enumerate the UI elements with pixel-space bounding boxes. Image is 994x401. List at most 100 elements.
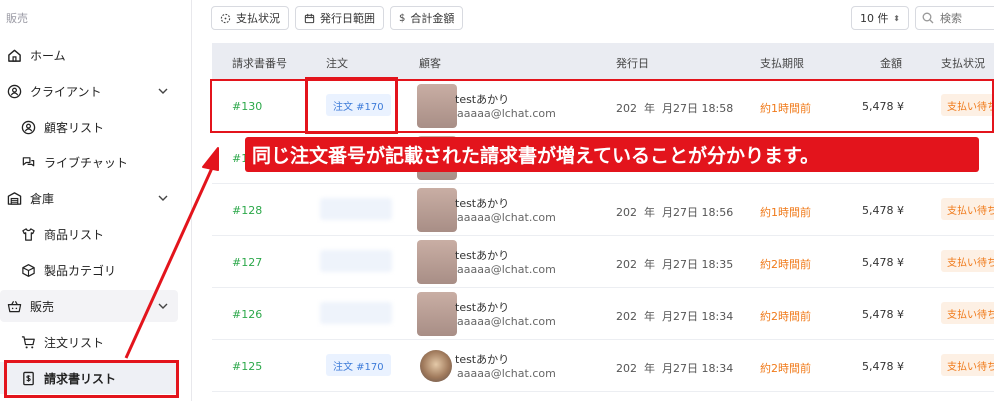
filter-label: 合計金額: [410, 12, 455, 25]
status-badge: 支払い待ち: [941, 354, 994, 376]
chevron-down-icon: [158, 195, 168, 201]
customer-name: testあかり: [455, 353, 510, 366]
customer-avatar: [417, 240, 457, 284]
search-box[interactable]: [915, 6, 994, 30]
invoice-number-link[interactable]: #125: [232, 360, 262, 373]
chevron-down-icon: [158, 88, 168, 94]
sidebar-item-warehouse[interactable]: 倉庫: [0, 182, 178, 214]
customer-email: aaaaa@lchat.com: [457, 315, 556, 328]
column-header-issue-date[interactable]: 発行日: [616, 55, 649, 71]
due-date: 約2時間前: [760, 258, 811, 271]
table-row[interactable]: #126 testあかり aaaaa@lchat.com 202 年 月27日 …: [212, 288, 994, 340]
order-badge-redacted: [320, 302, 392, 324]
issue-date-year-unit: 年: [644, 310, 655, 323]
sidebar-item-label: クライアント: [30, 84, 102, 99]
table-header: 請求書番号 注文 顧客 発行日 支払期限 金額 支払状況: [212, 43, 994, 80]
amount: 5,478 ¥: [862, 360, 904, 373]
amount: 5,478 ¥: [862, 308, 904, 321]
issue-date-rest: 月27日 18:34: [662, 362, 734, 375]
customer-avatar: [420, 350, 452, 382]
sidebar-item-product-list[interactable]: 商品リスト: [0, 218, 178, 250]
warehouse-icon: [6, 190, 22, 206]
issue-date-year: 202: [616, 310, 637, 323]
order-badge-redacted: [320, 250, 392, 272]
issue-date: 202 年 月27日 18:35: [616, 256, 733, 272]
column-header-amount[interactable]: 金額: [880, 55, 902, 71]
user-circle-icon: [20, 119, 36, 135]
sidebar-item-label: 顧客リスト: [44, 120, 105, 135]
sidebar-item-label: 販売: [30, 299, 55, 314]
status-badge: 支払い待ち: [941, 250, 994, 272]
invoice-number-link[interactable]: #126: [232, 308, 262, 321]
cart-icon: [20, 334, 36, 350]
column-header-invoice-number[interactable]: 請求書番号: [232, 55, 287, 71]
customer-email: aaaaa@lchat.com: [457, 211, 556, 224]
customer-name: testあかり: [455, 301, 510, 314]
highlight-order-box: [305, 77, 398, 134]
issue-date-filter-button[interactable]: 発行日範囲: [295, 6, 384, 30]
column-header-customer[interactable]: 顧客: [419, 55, 441, 71]
invoice-number-link[interactable]: #128: [232, 204, 262, 217]
customer-avatar: [417, 188, 457, 232]
status-badge: 支払い待ち: [941, 302, 994, 324]
page-size-select[interactable]: 10 件 ⬍: [851, 6, 909, 30]
filter-label: 発行日範囲: [320, 12, 375, 25]
customer-avatar: [417, 292, 457, 336]
sidebar: 販売 ホーム クライアント 顧客リスト ライブチャット 倉庫 商品リスト 製品カ…: [0, 0, 192, 401]
highlight-sidebar-box: [4, 360, 179, 398]
customer-email: aaaaa@lchat.com: [457, 367, 556, 380]
issue-date: 202 年 月27日 18:56: [616, 204, 733, 220]
annotation-callout: 同じ注文番号が記載された請求書が増えていることが分かります。: [245, 137, 979, 172]
issue-date-year-unit: 年: [644, 258, 655, 271]
sidebar-item-label: ホーム: [30, 48, 66, 63]
due-date: 約2時間前: [760, 310, 811, 323]
issue-date: 202 年 月27日 18:34: [616, 308, 733, 324]
invoice-number-link[interactable]: #127: [232, 256, 262, 269]
user-circle-icon: [6, 83, 22, 99]
chevron-down-icon: [158, 303, 168, 309]
status-badge: 支払い待ち: [941, 198, 994, 220]
issue-date: 202 年 月27日 18:34: [616, 360, 733, 376]
customer-name: testあかり: [455, 197, 510, 210]
search-icon: [922, 12, 934, 24]
page-size-value: 10 件: [860, 12, 889, 25]
total-amount-filter-button[interactable]: $ 合計金額: [390, 6, 464, 30]
order-badge[interactable]: 注文 #170: [326, 354, 391, 376]
issue-date-year-unit: 年: [644, 362, 655, 375]
issue-date-year: 202: [616, 206, 637, 219]
amount: 5,478 ¥: [862, 256, 904, 269]
issue-date-rest: 月27日 18:35: [662, 258, 734, 271]
issue-date-year: 202: [616, 362, 637, 375]
search-input[interactable]: [940, 11, 990, 25]
sidebar-item-product-categories[interactable]: 製品カテゴリ: [0, 254, 178, 286]
table-row[interactable]: #127 testあかり aaaaa@lchat.com 202 年 月27日 …: [212, 236, 994, 288]
sidebar-item-label: ライブチャット: [44, 155, 128, 170]
chat-icon: [20, 154, 36, 170]
filter-label: 支払状況: [236, 12, 280, 25]
sidebar-item-label: 製品カテゴリ: [44, 263, 117, 278]
sort-arrows-icon: ⬍: [893, 13, 900, 23]
issue-date-year: 202: [616, 258, 637, 271]
order-badge-redacted: [320, 198, 392, 220]
column-header-payment-status[interactable]: 支払状況: [941, 55, 985, 71]
table-row[interactable]: #128 testあかり aaaaa@lchat.com 202 年 月27日 …: [212, 184, 994, 236]
calendar-icon: [304, 13, 315, 23]
payment-status-filter-button[interactable]: 支払状況: [211, 6, 289, 30]
customer-email: aaaaa@lchat.com: [457, 263, 556, 276]
amount: 5,478 ¥: [862, 204, 904, 217]
sidebar-item-clients[interactable]: クライアント: [0, 75, 178, 107]
due-date: 約2時間前: [760, 362, 811, 375]
issue-date-year-unit: 年: [644, 206, 655, 219]
sidebar-item-order-list[interactable]: 注文リスト: [0, 326, 178, 358]
due-date: 約1時間前: [760, 206, 811, 219]
filter-toolbar: 支払状況 発行日範囲 $ 合計金額: [211, 6, 464, 30]
sidebar-item-sales[interactable]: 販売: [0, 290, 178, 322]
home-icon: [6, 47, 22, 63]
sidebar-item-home[interactable]: ホーム: [0, 39, 178, 71]
column-header-order[interactable]: 注文: [326, 55, 348, 71]
table-row[interactable]: #125 注文 #170 testあかり aaaaa@lchat.com 202…: [212, 340, 994, 392]
column-header-due-date[interactable]: 支払期限: [760, 55, 804, 71]
cube-icon: [20, 262, 36, 278]
sidebar-item-customer-list[interactable]: 顧客リスト: [0, 111, 178, 143]
sidebar-item-live-chat[interactable]: ライブチャット: [0, 146, 178, 178]
